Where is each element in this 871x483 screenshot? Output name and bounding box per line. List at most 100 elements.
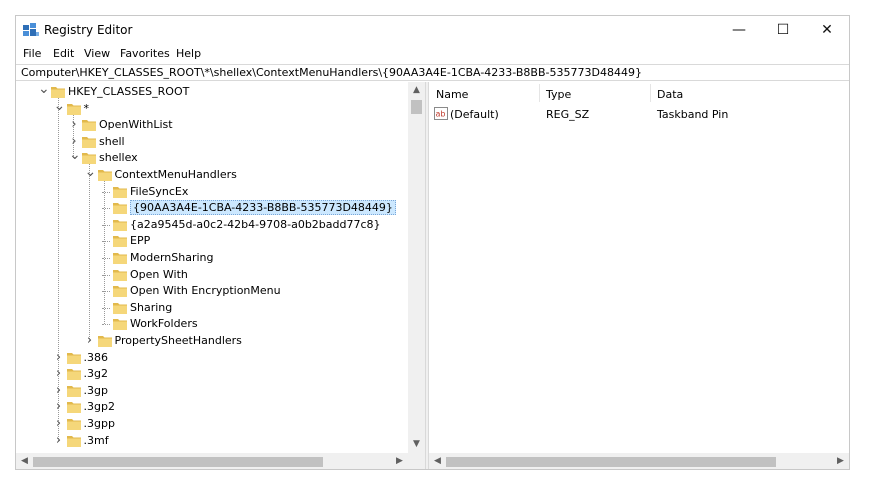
scrollbar-corner — [408, 453, 425, 469]
chevron-right-icon[interactable]: › — [54, 350, 64, 365]
chevron-down-icon[interactable]: ⌄ — [54, 99, 66, 116]
menu-view[interactable]: View — [84, 47, 110, 60]
folder-icon — [82, 120, 96, 132]
column-header-type[interactable]: Type — [546, 88, 571, 101]
tree-node-label[interactable]: Open With — [130, 268, 188, 281]
tree-node-label[interactable]: HKEY_CLASSES_ROOT — [68, 85, 189, 98]
folder-icon — [113, 286, 127, 298]
tree-node-label[interactable]: ContextMenuHandlers — [115, 168, 237, 181]
scroll-right-icon[interactable]: ▶ — [391, 453, 408, 469]
chevron-down-icon[interactable]: ⌄ — [38, 82, 50, 99]
menu-favorites[interactable]: Favorites — [120, 47, 170, 60]
chevron-right-icon[interactable]: › — [69, 118, 79, 132]
values-horizontal-scroll-thumb[interactable] — [446, 457, 776, 467]
tree-node-label[interactable]: WorkFolders — [130, 317, 198, 330]
tree-connector — [102, 291, 110, 293]
folder-icon — [113, 269, 127, 281]
tree-connector — [102, 241, 110, 243]
folder-icon — [97, 336, 112, 347]
column-separator[interactable] — [539, 84, 540, 102]
value-name: (Default) — [450, 108, 499, 121]
folder-icon — [113, 253, 127, 264]
folder-icon — [66, 435, 81, 447]
folder-icon — [113, 186, 127, 198]
tree-node-label[interactable]: shellex — [99, 151, 138, 164]
tree-node-label[interactable]: {90AA3A4E-1CBA-4233-B8BB-535773D48449} — [130, 200, 396, 216]
close-button[interactable]: ✕ — [805, 16, 849, 44]
tree-node-label[interactable]: .386 — [84, 351, 109, 364]
tree-connector — [102, 324, 110, 326]
minimize-button[interactable]: — — [717, 16, 761, 44]
maximize-button[interactable]: ☐ — [761, 16, 805, 44]
chevron-right-icon[interactable]: › — [54, 433, 64, 448]
scroll-up-icon[interactable]: ▲ — [408, 82, 425, 99]
tree-node-label[interactable]: .3g2 — [84, 367, 108, 380]
menu-bar: File Edit View Favorites Help — [16, 45, 849, 63]
window-title: Registry Editor — [44, 23, 133, 37]
tree-connector — [102, 208, 110, 210]
tree-connector — [102, 224, 110, 226]
tree-node-label[interactable]: PropertySheetHandlers — [115, 334, 242, 347]
tree-connector — [102, 191, 110, 193]
address-bar[interactable]: Computer\HKEY_CLASSES_ROOT\*\shellex\Con… — [16, 64, 849, 81]
chevron-right-icon[interactable]: › — [54, 383, 64, 398]
tree-node-label[interactable]: {a2a9545d-a0c2-42b4-9708-a0b2badd77c8} — [130, 218, 381, 231]
chevron-down-icon[interactable]: ⌄ — [69, 148, 81, 165]
tree-connector — [102, 307, 110, 309]
chevron-right-icon[interactable]: › — [54, 367, 64, 381]
value-type: REG_SZ — [546, 108, 590, 121]
tree-node-label[interactable]: Open With EncryptionMenu — [130, 284, 281, 297]
tree-node-label[interactable]: .3gp2 — [84, 400, 115, 413]
folder-icon — [97, 170, 112, 181]
scroll-left-icon[interactable]: ◀ — [16, 453, 33, 469]
folder-icon — [66, 402, 81, 414]
title-bar[interactable]: Registry Editor — ☐ ✕ — [16, 16, 849, 44]
folder-icon — [51, 87, 65, 98]
tree-connector — [102, 258, 110, 259]
tree-vertical-scroll-thumb[interactable] — [411, 100, 422, 114]
address-path[interactable]: Computer\HKEY_CLASSES_ROOT\*\shellex\Con… — [21, 66, 642, 79]
string-value-icon: ab — [434, 107, 448, 120]
tree-node-label[interactable]: * — [84, 102, 90, 115]
menu-file[interactable]: File — [23, 47, 41, 60]
scroll-left-icon[interactable]: ◀ — [429, 453, 446, 469]
chevron-right-icon[interactable]: › — [85, 334, 95, 348]
tree-node-label[interactable]: EPP — [130, 234, 150, 247]
values-pane[interactable]: Name Type Data ab (Default) REG_SZ Taskb… — [429, 82, 849, 469]
key-tree[interactable]: ⌄ HKEY_CLASSES_ROOT ⌄ * › OpenWithList › shell ⌄… — [16, 82, 425, 469]
column-header-name[interactable]: Name — [436, 88, 468, 101]
folder-icon — [113, 302, 127, 314]
tree-node-label[interactable]: OpenWithList — [99, 118, 173, 131]
scroll-down-icon[interactable]: ▼ — [408, 436, 425, 453]
tree-horizontal-scroll-thumb[interactable] — [33, 457, 323, 467]
values-horizontal-scrollbar[interactable]: ◀ ▶ — [429, 453, 849, 469]
tree-horizontal-scrollbar[interactable]: ◀ ▶ — [16, 453, 408, 469]
folder-icon — [82, 136, 96, 148]
folder-icon — [82, 153, 96, 165]
tree-connector — [102, 274, 110, 276]
tree-node-label[interactable]: .3gpp — [84, 417, 115, 430]
tree-node-label[interactable]: FileSyncEx — [130, 185, 188, 198]
tree-connector — [104, 181, 105, 325]
tree-node-label[interactable]: .3gp — [84, 384, 108, 397]
menu-help[interactable]: Help — [176, 47, 201, 60]
chevron-right-icon[interactable]: › — [54, 417, 64, 431]
tree-vertical-scrollbar[interactable]: ▲ ▼ — [408, 82, 425, 453]
value-data: Taskband Pin — [657, 108, 729, 121]
scroll-right-icon[interactable]: ▶ — [832, 453, 849, 469]
tree-connector — [88, 164, 90, 341]
svg-text:ab: ab — [436, 110, 446, 119]
folder-icon — [113, 219, 127, 231]
column-separator[interactable] — [650, 84, 651, 102]
menu-edit[interactable]: Edit — [53, 47, 74, 60]
folder-icon — [113, 319, 127, 331]
folder-icon — [66, 103, 81, 115]
tree-node-label[interactable]: .3mf — [84, 434, 109, 447]
tree-node-label[interactable]: shell — [99, 135, 125, 148]
folder-icon — [113, 203, 127, 215]
chevron-down-icon[interactable]: ⌄ — [85, 165, 97, 182]
chevron-right-icon[interactable]: › — [54, 400, 64, 414]
column-header-data[interactable]: Data — [657, 88, 683, 101]
tree-node-label[interactable]: Sharing — [130, 301, 172, 314]
tree-node-label[interactable]: ModernSharing — [130, 251, 214, 264]
